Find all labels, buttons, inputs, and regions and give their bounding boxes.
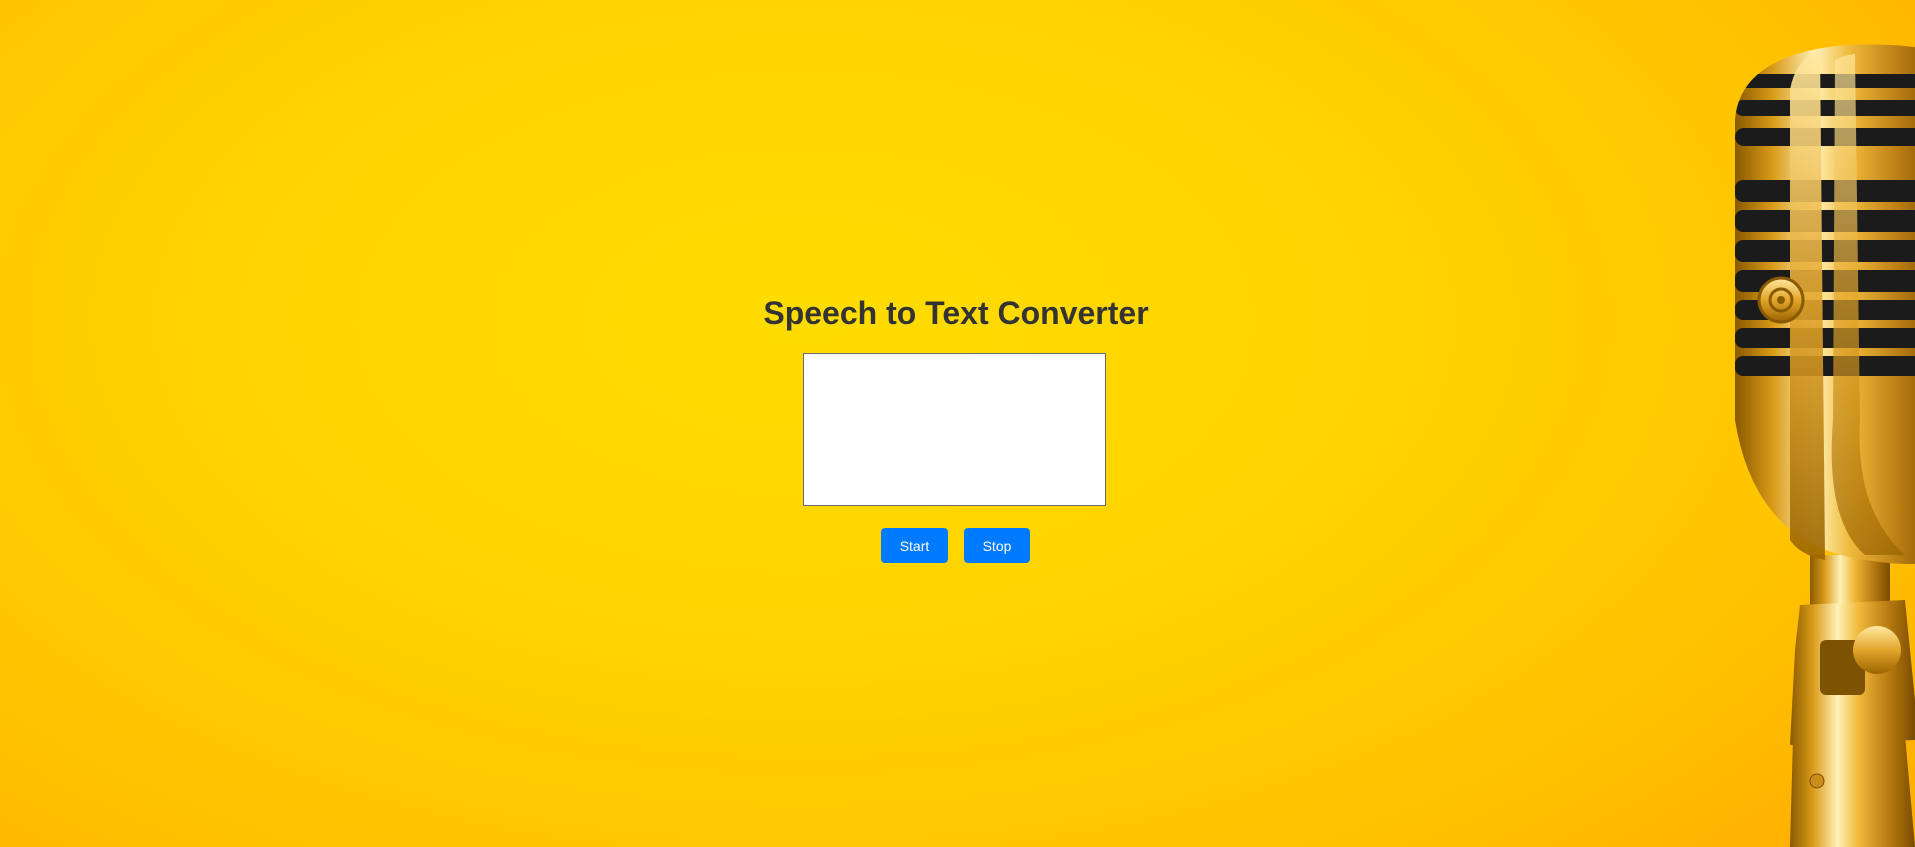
stop-button[interactable]: Stop bbox=[964, 528, 1030, 563]
page-title: Speech to Text Converter bbox=[763, 295, 1149, 331]
speech-to-text-app: Speech to Text Converter Start Stop bbox=[0, 0, 1915, 847]
transcript-output[interactable] bbox=[803, 353, 1106, 506]
start-button[interactable]: Start bbox=[881, 528, 948, 563]
